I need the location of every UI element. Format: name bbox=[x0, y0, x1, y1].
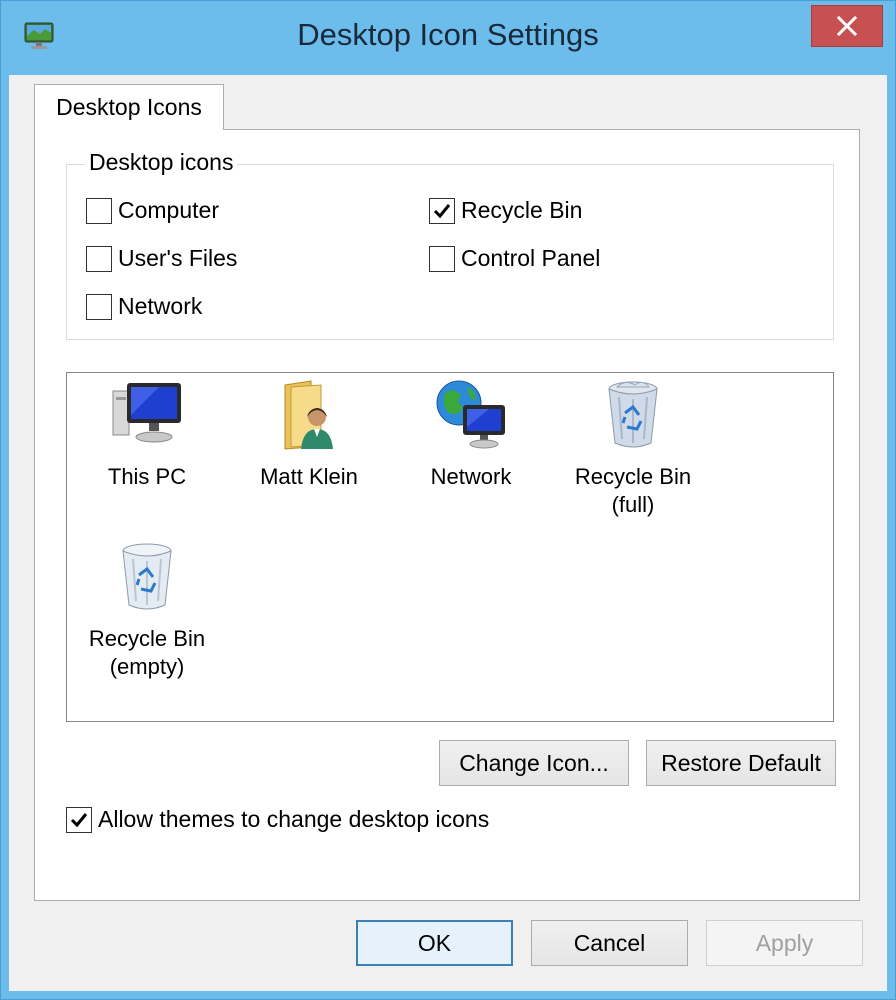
checkbox-control-panel[interactable]: Control Panel bbox=[429, 245, 600, 272]
checkmark-icon bbox=[433, 203, 451, 218]
icon-list-view[interactable]: This PC Matt Klein Network Recycle Bin (… bbox=[66, 372, 834, 722]
list-item-label: Recycle Bin (full) bbox=[574, 464, 692, 517]
checkbox-control-panel-label: Control Panel bbox=[461, 245, 601, 271]
checkbox-recycle-bin-label: Recycle Bin bbox=[461, 197, 583, 223]
computer-icon bbox=[112, 383, 181, 443]
list-item-recycle-bin-empty[interactable]: Recycle Bin (empty) bbox=[73, 539, 221, 681]
checkmark-icon bbox=[70, 812, 88, 827]
cancel-button[interactable]: Cancel bbox=[531, 920, 688, 966]
dialog-window: Desktop Icon Settings Desktop Icons Desk… bbox=[0, 0, 896, 1000]
list-item-user-folder[interactable]: Matt Klein bbox=[235, 377, 383, 491]
list-item-recycle-bin-full[interactable]: Recycle Bin (full) bbox=[559, 377, 707, 519]
desktop-icons-groupbox: Desktop icons Computer Recycle Bin User'… bbox=[66, 149, 834, 340]
close-button[interactable] bbox=[811, 5, 883, 47]
list-item-label: Matt Klein bbox=[260, 464, 358, 489]
checkbox-network-label: Network bbox=[118, 293, 203, 319]
list-item-this-pc[interactable]: This PC bbox=[73, 377, 221, 491]
checkbox-computer-label: Computer bbox=[118, 197, 219, 223]
user-folder-icon bbox=[284, 380, 333, 450]
checkbox-recycle-bin-box[interactable] bbox=[429, 197, 455, 224]
apply-button[interactable]: Apply bbox=[706, 920, 863, 966]
tab-panel: Desktop icons Computer Recycle Bin User'… bbox=[34, 129, 860, 901]
list-item-label: Recycle Bin (empty) bbox=[88, 626, 206, 679]
dialog-client-area: Desktop Icons Desktop icons Computer Rec… bbox=[9, 75, 887, 991]
checkbox-allow-themes-label: Allow themes to change desktop icons bbox=[98, 806, 490, 832]
title-bar[interactable]: Desktop Icon Settings bbox=[1, 1, 895, 75]
restore-default-button[interactable]: Restore Default bbox=[646, 740, 836, 786]
change-icon-button[interactable]: Change Icon... bbox=[439, 740, 629, 786]
list-item-label: Network bbox=[430, 464, 512, 489]
ok-button[interactable]: OK bbox=[356, 920, 513, 966]
checkbox-network-box[interactable] bbox=[86, 293, 112, 320]
checkbox-recycle-bin[interactable]: Recycle Bin bbox=[429, 197, 582, 224]
checkbox-computer-box[interactable] bbox=[86, 197, 112, 224]
groupbox-label: Desktop icons bbox=[85, 149, 238, 176]
network-globe-icon bbox=[436, 380, 505, 449]
checkbox-users-files-box[interactable] bbox=[86, 245, 112, 272]
checkbox-allow-themes[interactable]: Allow themes to change desktop icons bbox=[66, 806, 489, 833]
recycle-bin-full-icon bbox=[608, 381, 658, 448]
checkbox-network[interactable]: Network bbox=[86, 293, 202, 320]
list-item-network[interactable]: Network bbox=[397, 377, 545, 491]
checkbox-control-panel-box[interactable] bbox=[429, 245, 455, 272]
list-item-label: This PC bbox=[107, 464, 187, 489]
checkbox-allow-themes-box[interactable] bbox=[66, 806, 92, 833]
checkbox-computer[interactable]: Computer bbox=[86, 197, 219, 224]
checkbox-users-files[interactable]: User's Files bbox=[86, 245, 237, 272]
window-title: Desktop Icon Settings bbox=[297, 17, 599, 52]
close-icon bbox=[836, 15, 858, 37]
tab-desktop-icons[interactable]: Desktop Icons bbox=[34, 84, 224, 130]
recycle-bin-empty-icon bbox=[122, 543, 172, 610]
checkbox-users-files-label: User's Files bbox=[118, 245, 238, 271]
